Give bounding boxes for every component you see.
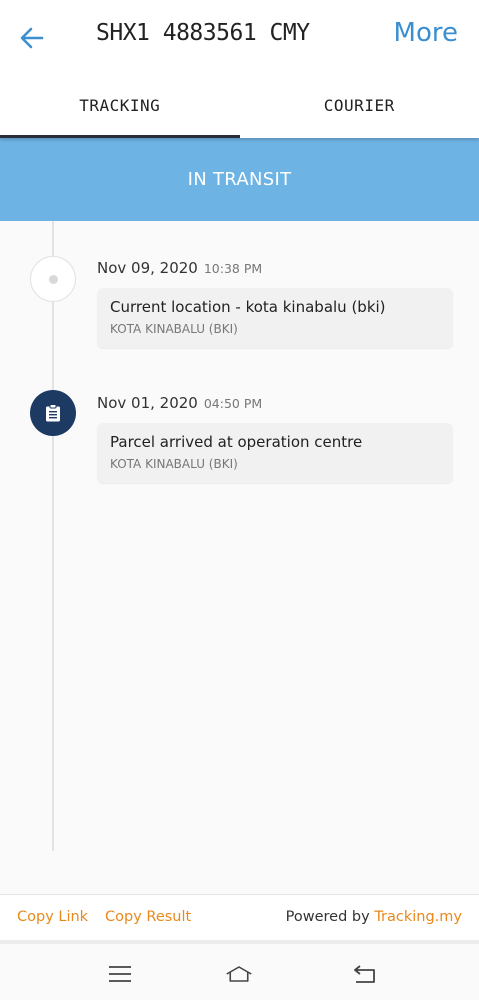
- tracking-screen: SHX1 4883561 CMY More TRACKING COURIER I…: [0, 0, 479, 1000]
- tab-courier[interactable]: COURIER: [240, 72, 479, 138]
- event-card: Current location - kota kinabalu (bki) K…: [97, 288, 453, 348]
- home-button[interactable]: [225, 962, 253, 986]
- timeline-node-pending: [30, 256, 76, 302]
- back-button[interactable]: [14, 20, 50, 56]
- copy-link-button[interactable]: Copy Link: [17, 909, 88, 925]
- menu-button[interactable]: [106, 962, 134, 986]
- brand-link[interactable]: Tracking.my: [374, 909, 462, 925]
- event-card: Parcel arrived at operation centre KOTA …: [97, 423, 453, 483]
- event-date-text: Nov 09, 2020: [97, 259, 198, 277]
- event-location: KOTA KINABALU (BKI): [110, 322, 238, 336]
- event-date-text: Nov 01, 2020: [97, 394, 198, 412]
- powered-by: Powered by Tracking.my: [286, 909, 462, 925]
- event-location: KOTA KINABALU (BKI): [110, 457, 238, 471]
- more-button[interactable]: More: [394, 18, 458, 48]
- timeline-node-complete: [30, 390, 76, 436]
- event-description: Parcel arrived at operation centre: [110, 433, 363, 451]
- event-time: 04:50 PM: [203, 396, 263, 411]
- system-back-button[interactable]: [351, 962, 379, 986]
- footer-bar: Copy Link Copy Result Powered by Trackin…: [0, 894, 479, 940]
- tab-bar: TRACKING COURIER: [0, 72, 479, 138]
- event-date: Nov 01, 2020 04:50 PM: [97, 394, 262, 412]
- clipboard-icon: [46, 404, 60, 422]
- tracking-number-title: SHX1 4883561 CMY: [96, 20, 310, 46]
- event-date: Nov 09, 2020 10:38 PM: [97, 259, 262, 277]
- top-bar: SHX1 4883561 CMY More: [0, 0, 479, 72]
- timeline[interactable]: Nov 09, 2020 10:38 PM Current location - …: [0, 221, 479, 894]
- powered-by-label: Powered by: [285, 909, 370, 925]
- event-time: 10:38 PM: [203, 261, 263, 276]
- system-nav-bar: [0, 940, 479, 1000]
- arrow-left-icon: [20, 27, 44, 49]
- back-icon: [354, 965, 375, 983]
- home-icon: [226, 966, 252, 982]
- event-description: Current location - kota kinabalu (bki): [110, 298, 386, 316]
- copy-result-button[interactable]: Copy Result: [105, 909, 191, 925]
- status-banner: IN TRANSIT: [0, 138, 479, 221]
- tab-tracking[interactable]: TRACKING: [0, 72, 240, 138]
- dot-icon: [48, 274, 58, 284]
- timeline-line: [52, 221, 54, 851]
- menu-icon: [109, 966, 131, 982]
